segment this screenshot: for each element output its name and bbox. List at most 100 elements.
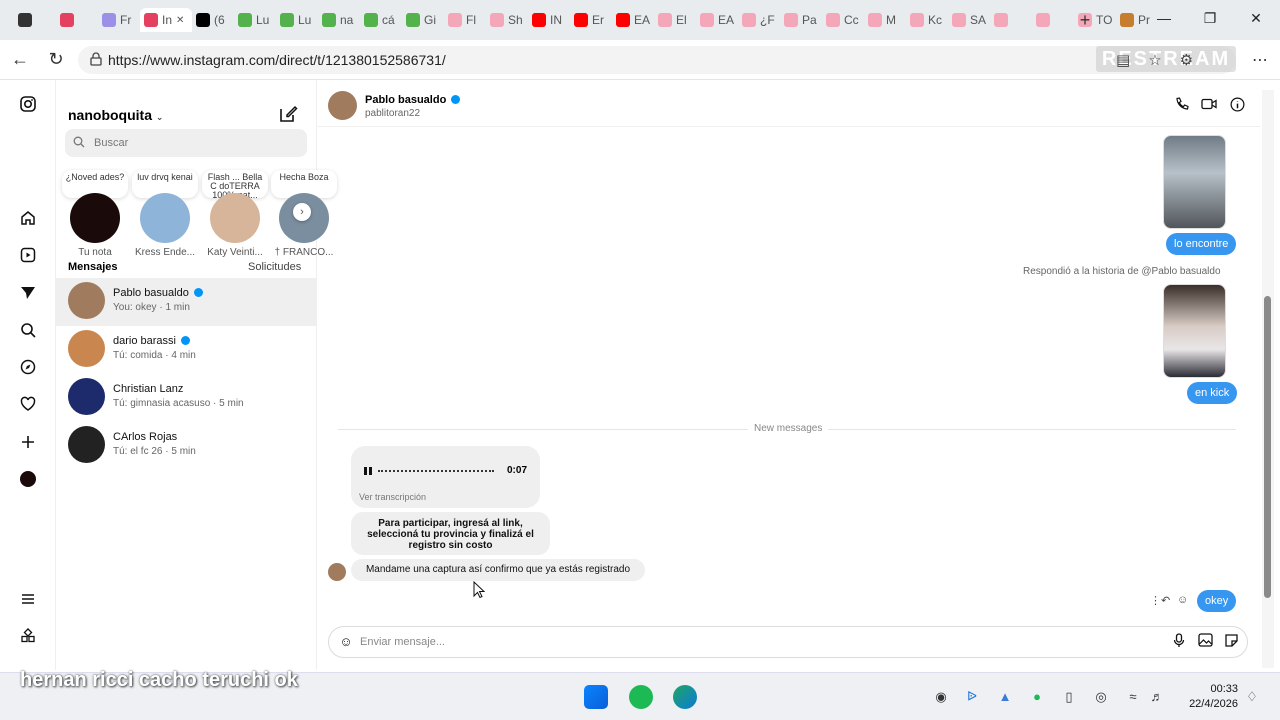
url-field[interactable]: https://www.instagram.com/direct/t/12138…	[78, 46, 1236, 74]
chrome-tray-icon[interactable]: ◉	[933, 689, 949, 705]
browser-tab[interactable]: Pr	[1116, 8, 1158, 32]
browser-tab[interactable]: Gi	[402, 8, 444, 32]
conversation-info-icon[interactable]	[1228, 97, 1246, 115]
conversation-item[interactable]: Pablo basualdo You: okey · 1 min	[56, 278, 317, 326]
reels-icon[interactable]	[18, 245, 38, 265]
tab-label: Pa	[802, 13, 817, 27]
browser-tab[interactable]: Lu	[234, 8, 276, 32]
meta-apps-icon[interactable]	[18, 626, 38, 646]
browser-tab[interactable]	[56, 8, 98, 32]
pause-icon[interactable]	[363, 466, 373, 476]
direct-messages-icon[interactable]	[18, 283, 38, 303]
wifi-icon[interactable]: ≈	[1125, 689, 1141, 704]
back-arrow-icon[interactable]: ←	[10, 49, 30, 70]
restore-button[interactable]: ❐	[1200, 10, 1220, 27]
browser-tab[interactable]: SA	[948, 8, 990, 32]
browser-tab[interactable]: In ✕	[140, 8, 192, 32]
message-composer[interactable]	[328, 626, 1248, 658]
browser-tab[interactable]: Er	[570, 8, 612, 32]
browser-tab[interactable]: Kc	[906, 8, 948, 32]
story-thumbnail[interactable]	[1163, 135, 1226, 229]
explore-compass-icon[interactable]	[18, 357, 38, 377]
browser-tab[interactable]: Cc	[822, 8, 864, 32]
menu-hamburger-icon[interactable]	[18, 589, 38, 609]
browser-tab[interactable]: Pa	[780, 8, 822, 32]
chat-title[interactable]: Pablo basualdo	[365, 94, 461, 106]
browser-tab[interactable]: Sh	[486, 8, 528, 32]
conversation-name: Pablo basualdo	[113, 287, 189, 299]
volume-icon[interactable]: ♬	[1149, 689, 1165, 704]
sender-avatar[interactable]	[328, 563, 346, 581]
home-icon[interactable]	[18, 208, 38, 228]
browser-tab[interactable]: El	[654, 8, 696, 32]
new-message-icon[interactable]	[278, 104, 298, 124]
browser-tab[interactable]: Fr	[98, 8, 140, 32]
notifications-heart-icon[interactable]	[18, 394, 38, 414]
browser-tab[interactable]	[1032, 8, 1074, 32]
color-picker-icon[interactable]: ▲	[997, 689, 1013, 704]
microphone-tray-icon[interactable]: ◎	[1093, 689, 1109, 705]
extensions-icon[interactable]: ⚙	[1180, 51, 1193, 69]
phone-call-icon[interactable]	[1173, 97, 1191, 115]
browser-tab[interactable]	[14, 8, 56, 32]
profile-avatar-icon[interactable]	[18, 469, 38, 489]
browser-tab[interactable]: EA	[696, 8, 738, 32]
site-info-icon[interactable]	[90, 52, 102, 66]
reply-icon[interactable]: ↶	[1161, 594, 1170, 607]
browser-tab[interactable]: (6	[192, 8, 234, 32]
message-input[interactable]: Enviar mensaje...	[360, 636, 445, 648]
conversation-item[interactable]: CArlos Rojas Tú: el fc 26 · 5 min	[56, 422, 317, 470]
transcription-link[interactable]: Ver transcripción	[359, 492, 426, 502]
more-actions-icon[interactable]: ⋮	[1150, 594, 1161, 607]
spotify-taskbar-icon[interactable]	[629, 685, 653, 709]
new-tab-button[interactable]: +	[1076, 10, 1094, 31]
requests-link[interactable]: Solicitudes	[248, 261, 301, 273]
taskbar-clock[interactable]: 00:33 22/4/2026	[1176, 682, 1238, 712]
spotify-tray-icon[interactable]: ●	[1029, 689, 1045, 704]
browser-tab[interactable]: Fl	[444, 8, 486, 32]
react-emoji-icon[interactable]: ☺	[1177, 594, 1188, 606]
edge-taskbar-icon[interactable]	[673, 685, 697, 709]
reader-icon[interactable]: ▤	[1116, 51, 1130, 69]
scrollbar-thumb[interactable]	[1264, 296, 1271, 598]
usb-device-icon[interactable]: ▯	[1061, 689, 1077, 705]
microphone-icon[interactable]	[1170, 633, 1188, 651]
browser-tab[interactable]: IN	[528, 8, 570, 32]
stories-next-icon[interactable]: ›	[293, 203, 311, 221]
browser-tab[interactable]	[990, 8, 1032, 32]
browser-tab[interactable]: na	[318, 8, 360, 32]
conversation-item[interactable]: dario barassi Tú: comida · 4 min	[56, 326, 317, 374]
close-window-button[interactable]: ✕	[1246, 10, 1266, 27]
sticker-icon[interactable]	[1222, 633, 1240, 651]
start-menu-icon[interactable]	[584, 685, 608, 709]
search-icon[interactable]	[18, 320, 38, 340]
notification-bell-icon[interactable]: ♢	[1244, 689, 1260, 705]
video-call-icon[interactable]	[1200, 97, 1218, 115]
image-upload-icon[interactable]	[1196, 633, 1214, 651]
bluetooth-icon[interactable]: ᐉ	[964, 689, 980, 705]
conversation-item[interactable]: Christian Lanz Tú: gimnasia acasuso · 5 m…	[56, 374, 317, 422]
favorite-star-icon[interactable]: ☆	[1148, 51, 1161, 69]
tab-label: Sh	[508, 13, 523, 27]
tab-favicon-icon	[616, 13, 630, 27]
instagram-logo-icon[interactable]	[18, 94, 38, 114]
minimize-button[interactable]: —	[1154, 10, 1174, 26]
more-options-icon[interactable]: ⋯	[1252, 50, 1268, 70]
emoji-picker-icon[interactable]: ☺	[337, 633, 355, 651]
refresh-icon[interactable]: ↻	[46, 49, 66, 70]
audio-waveform[interactable]	[378, 470, 494, 472]
browser-tab[interactable]: EA	[612, 8, 654, 32]
tab-favicon-icon	[490, 13, 504, 27]
account-switcher[interactable]: nanoboquita ⌄	[68, 107, 163, 123]
search-input[interactable]: Buscar	[65, 129, 307, 157]
tab-label: Fl	[466, 13, 476, 27]
create-plus-icon[interactable]	[18, 432, 38, 452]
browser-tab[interactable]: ¿F	[738, 8, 780, 32]
browser-tab[interactable]: M	[864, 8, 906, 32]
story-thumbnail[interactable]	[1163, 284, 1226, 378]
browser-tab[interactable]: Lu	[276, 8, 318, 32]
close-tab-icon[interactable]: ✕	[176, 15, 184, 26]
tab-label: Gi	[424, 13, 436, 27]
chat-avatar[interactable]	[328, 91, 357, 120]
browser-tab[interactable]: cá	[360, 8, 402, 32]
